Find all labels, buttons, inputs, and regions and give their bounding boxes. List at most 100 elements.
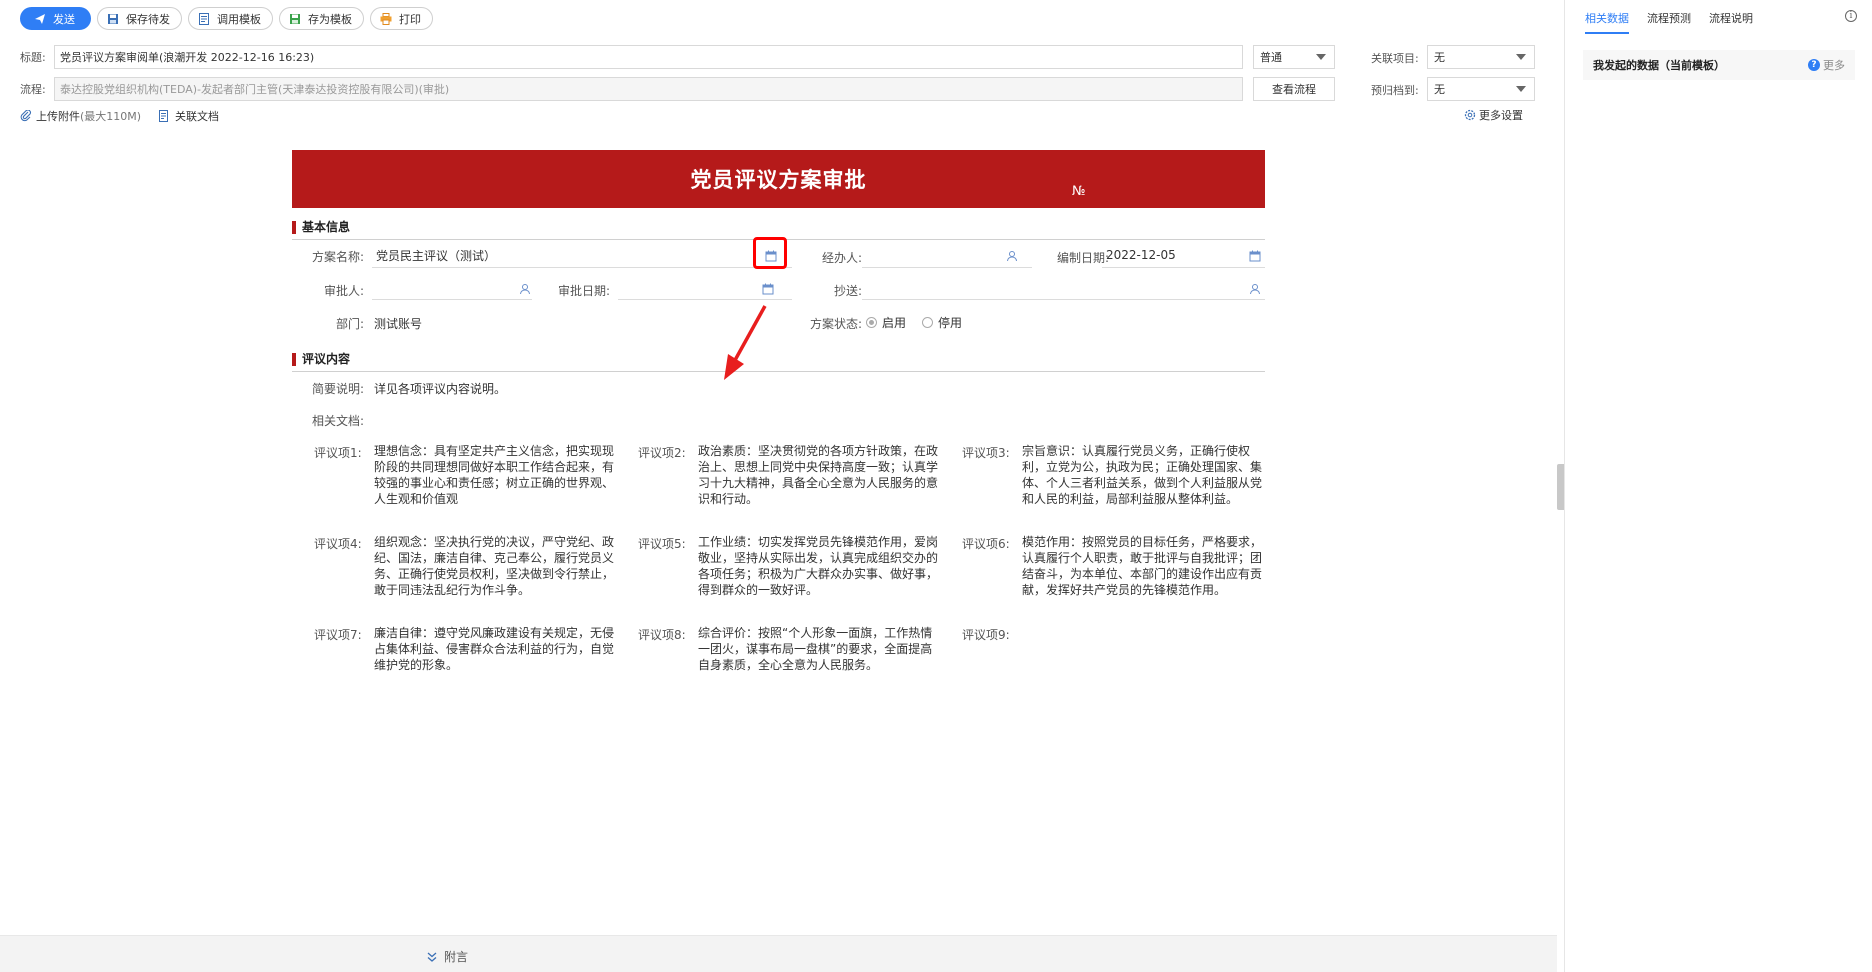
upload-attachment-link[interactable]: 上传附件 (最大110M) xyxy=(20,108,141,124)
flow-row: 流程: 泰达控股党组织机构(TEDA)-发起者部门主管(天津泰达投资控股有限公司… xyxy=(20,77,1243,101)
my-data-title: 我发起的数据（当前模板） xyxy=(1593,59,1725,72)
related-doc-link[interactable]: 关联文档 xyxy=(158,108,219,124)
use-template-button[interactable]: 调用模板 xyxy=(188,7,273,30)
view-flow-button[interactable]: 查看流程 xyxy=(1253,77,1335,101)
approval-form: 党员评议方案审批 № 基本信息 方案名称: 党员民主评议（测试） 经办人: 编制… xyxy=(292,150,1265,672)
priority-select[interactable]: 普通 xyxy=(1253,45,1335,69)
archive-select[interactable]: 无 xyxy=(1427,77,1535,101)
form-banner: 党员评议方案审批 № xyxy=(292,150,1265,208)
title-row: 标题: 党员评议方案审阅单(浪潮开发 2022-12-16 16:23) xyxy=(20,45,1243,69)
send-button[interactable]: 发送 xyxy=(20,7,91,30)
red-arrow-annotation xyxy=(724,305,767,380)
paperclip-icon xyxy=(20,110,31,122)
print-button[interactable]: 打印 xyxy=(370,7,433,30)
item-1-label: 评议项1: xyxy=(314,446,362,460)
right-panel: 相关数据 流程预测 流程说明 i 我发起的数据（当前模板） ? 更多 xyxy=(1564,0,1872,972)
dept-label: 部门: xyxy=(335,317,364,331)
related-project-select[interactable]: 无 xyxy=(1427,45,1535,69)
info-icon[interactable]: i xyxy=(1845,10,1857,22)
docs-label: 相关文档: xyxy=(311,414,364,428)
status-enabled-radio[interactable]: 启用 xyxy=(866,314,906,331)
attach-note-toggle[interactable]: 附言 xyxy=(426,948,468,965)
status-disabled-label: 停用 xyxy=(938,316,963,330)
footer-bar: 附言 xyxy=(0,935,1557,972)
chevron-down-icon xyxy=(1516,54,1526,60)
upload-label: 上传附件 xyxy=(36,110,80,123)
item-4-label: 评议项4: xyxy=(314,537,362,551)
send-label: 发送 xyxy=(53,12,75,26)
summary-value: 详见各项评议内容说明。 xyxy=(374,382,507,396)
related-doc-label: 关联文档 xyxy=(175,110,219,123)
item-7-label: 评议项7: xyxy=(314,628,362,642)
user-icon[interactable] xyxy=(519,283,531,295)
highlight-box xyxy=(753,237,787,269)
status-disabled-radio[interactable]: 停用 xyxy=(922,314,962,331)
flow-label: 流程: xyxy=(20,83,46,96)
item-2-text: 政治素质：坚决贯彻党的各项方针政策，在政治上、思想上同党中央保持高度一致；认真学… xyxy=(698,444,939,506)
tab-flow-forecast[interactable]: 流程预测 xyxy=(1647,0,1691,34)
title-value: 党员评议方案审阅单(浪潮开发 2022-12-16 16:23) xyxy=(60,51,315,64)
main-area: 发送 保存待发 调用模板 存为模板 打印 标题: 党员评议方案审阅单(浪潮开发 … xyxy=(0,0,1557,972)
flow-input: 泰达控股党组织机构(TEDA)-发起者部门主管(天津泰达投资控股有限公司)(审批… xyxy=(54,77,1243,101)
approve-date-label: 审批日期: xyxy=(557,284,610,298)
my-data-card: 我发起的数据（当前模板） ? 更多 xyxy=(1583,50,1855,80)
title-input[interactable]: 党员评议方案审阅单(浪潮开发 2022-12-16 16:23) xyxy=(54,45,1243,69)
user-icon[interactable] xyxy=(1249,283,1261,295)
related-project-value: 无 xyxy=(1434,51,1445,64)
compile-date-value: 2022-12-05 xyxy=(1106,248,1176,262)
item-3-label: 评议项3: xyxy=(962,446,1010,460)
radio-unselected xyxy=(922,317,933,328)
radio-selected xyxy=(866,317,877,328)
content-section: 评议内容 xyxy=(292,350,1265,372)
double-chevron-down-icon xyxy=(427,952,437,962)
form-title: 党员评议方案审批 xyxy=(690,168,867,192)
item-5-text: 工作业绩：切实发挥党员先锋模范作用，爱岗敬业，坚持从实际出发，认真完成组织交办的… xyxy=(698,535,939,597)
printer-icon xyxy=(380,12,392,25)
user-icon[interactable] xyxy=(1006,250,1018,262)
tab-related-data[interactable]: 相关数据 xyxy=(1585,0,1629,34)
flow-value: 泰达控股党组织机构(TEDA)-发起者部门主管(天津泰达投资控股有限公司)(审批… xyxy=(60,83,450,96)
approver-field[interactable] xyxy=(372,274,532,300)
save-template-label: 存为模板 xyxy=(308,12,352,26)
chevron-down-icon xyxy=(1516,86,1526,92)
form-number-label: № xyxy=(1072,184,1086,199)
save-icon xyxy=(107,13,119,25)
calendar-icon[interactable] xyxy=(1249,250,1261,262)
right-panel-tabs: 相关数据 流程预测 流程说明 xyxy=(1585,0,1771,36)
item-6-label: 评议项6: xyxy=(962,537,1010,551)
plan-name-value: 党员民主评议（测试） xyxy=(376,249,497,263)
status-label: 方案状态: xyxy=(809,317,862,331)
help-icon: ? xyxy=(1808,59,1820,71)
tab-flow-description[interactable]: 流程说明 xyxy=(1709,0,1753,34)
more-settings-link[interactable]: 更多设置 xyxy=(1464,107,1523,123)
chevron-down-icon xyxy=(1316,54,1326,60)
save-template-button[interactable]: 存为模板 xyxy=(279,7,364,30)
archive-label: 预归档到: xyxy=(1371,84,1419,97)
send-icon xyxy=(34,13,46,25)
calendar-icon[interactable] xyxy=(762,283,774,295)
save-pending-label: 保存待发 xyxy=(126,12,170,26)
template-icon xyxy=(198,12,210,25)
summary-label: 简要说明: xyxy=(311,382,364,396)
more-link[interactable]: ? 更多 xyxy=(1808,57,1845,73)
save-template-icon xyxy=(289,13,301,25)
item-4-text: 组织观念：坚决执行党的决议，严守党纪、政纪、国法，廉洁自律、克己奉公，履行党员义… xyxy=(374,535,615,597)
panel-collapse-handle[interactable] xyxy=(1557,464,1564,510)
save-pending-button[interactable]: 保存待发 xyxy=(97,7,182,30)
attach-note-label: 附言 xyxy=(444,950,469,964)
more-label: 更多 xyxy=(1823,59,1845,72)
handler-label: 经办人: xyxy=(821,251,862,265)
cc-label: 抄送: xyxy=(833,284,862,298)
cc-field[interactable] xyxy=(862,274,1265,300)
upload-limit: (最大110M) xyxy=(80,110,142,123)
archive-value: 无 xyxy=(1434,83,1445,96)
item-9-label: 评议项9: xyxy=(962,628,1010,642)
toolbar: 发送 保存待发 调用模板 存为模板 打印 xyxy=(20,7,433,30)
title-label: 标题: xyxy=(20,51,46,64)
item-5-label: 评议项5: xyxy=(638,537,686,551)
item-2-label: 评议项2: xyxy=(638,446,686,460)
print-label: 打印 xyxy=(399,12,421,26)
dept-value: 测试账号 xyxy=(374,317,423,331)
item-8-text: 综合评价：按照“个人形象一面旗，工作热情一团火，谋事布局一盘棋”的要求，全面提高… xyxy=(698,626,933,672)
status-enabled-label: 启用 xyxy=(882,316,907,330)
